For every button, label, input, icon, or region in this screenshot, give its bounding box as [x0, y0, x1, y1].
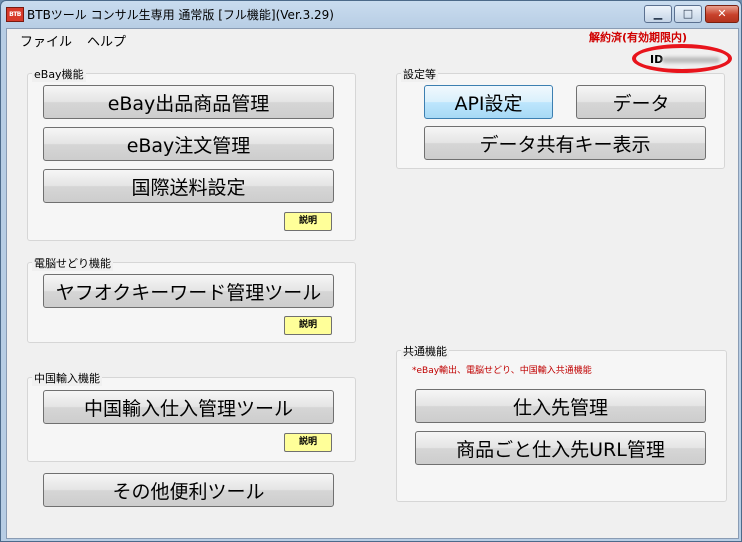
supplier-button[interactable]: 仕入先管理 [415, 389, 706, 423]
common-group-label: 共通機能 [401, 343, 449, 359]
ebay-help-button[interactable]: 説明 [284, 212, 332, 231]
ebay-order-button[interactable]: eBay注文管理 [43, 127, 334, 161]
other-tools-button[interactable]: その他便利ツール [43, 473, 334, 507]
china-help-button[interactable]: 説明 [284, 433, 332, 452]
menu-help[interactable]: ヘルプ [87, 31, 126, 50]
ebay-group-label: eBay機能 [32, 66, 86, 82]
maximize-button[interactable]: □ [674, 5, 702, 23]
close-button[interactable]: ✕ [705, 5, 739, 23]
data-button[interactable]: データ [576, 85, 706, 119]
ebay-listing-button[interactable]: eBay出品商品管理 [43, 85, 334, 119]
common-note: *eBay輸出、電脳せどり、中国輸入共通機能 [412, 366, 592, 376]
api-settings-button[interactable]: API設定 [424, 85, 553, 119]
settings-group-label: 設定等 [401, 66, 438, 82]
minimize-button[interactable]: ▁ [644, 5, 672, 23]
china-purchase-button[interactable]: 中国輸入仕入管理ツール [43, 390, 334, 424]
sedori-group-label: 電脳せどり機能 [32, 255, 113, 271]
app-icon: BTB [6, 7, 24, 22]
app-window: BTB BTBツール コンサル生専用 通常版 [フル機能](Ver.3.29) … [0, 0, 742, 542]
shipping-settings-button[interactable]: 国際送料設定 [43, 169, 334, 203]
menu-file[interactable]: ファイル [20, 31, 72, 50]
title-bar[interactable]: BTB BTBツール コンサル生専用 通常版 [フル機能](Ver.3.29) … [1, 1, 741, 27]
id-value-redacted [662, 57, 720, 63]
window-title: BTBツール コンサル生専用 通常版 [フル機能](Ver.3.29) [27, 8, 334, 22]
client-area: ファイル ヘルプ 解約済(有効期限内) ID eBay機能 eBay出品商品管理… [6, 28, 739, 539]
license-status-notice: 解約済(有効期限内) [589, 31, 688, 44]
share-key-button[interactable]: データ共有キー表示 [424, 126, 706, 160]
supplier-url-button[interactable]: 商品ごと仕入先URL管理 [415, 431, 706, 465]
sedori-help-button[interactable]: 説明 [284, 316, 332, 335]
china-group-label: 中国輸入機能 [32, 370, 102, 386]
yahoo-keyword-button[interactable]: ヤフオクキーワード管理ツール [43, 274, 334, 308]
